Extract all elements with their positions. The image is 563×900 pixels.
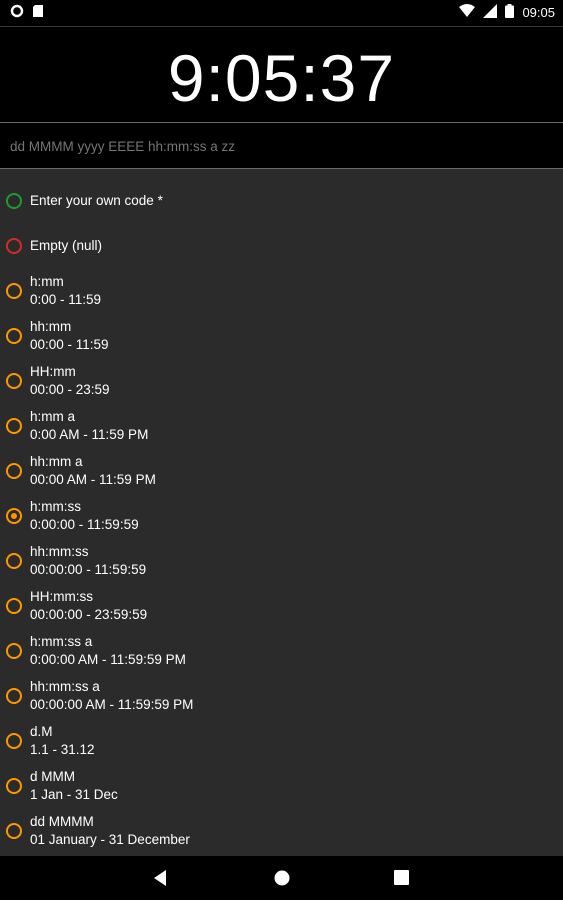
status-time: 09:05 (522, 4, 555, 20)
option-title: Empty (null) (30, 238, 103, 253)
notification-circle-icon (10, 4, 24, 21)
option-example: 00:00:00 AM - 11:59:59 PM (30, 697, 194, 712)
option-HH-mm[interactable]: HH:mm 00:00 - 23:59 (0, 359, 563, 404)
navigation-bar (0, 856, 563, 900)
radio-button[interactable] (6, 688, 22, 704)
radio-button[interactable] (6, 553, 22, 569)
option-HH-mm-ss[interactable]: HH:mm:ss 00:00:00 - 23:59:59 (0, 584, 563, 629)
radio-button[interactable] (6, 373, 22, 389)
option-h-mm-a[interactable]: h:mm a 0:00 AM - 11:59 PM (0, 404, 563, 449)
option-example: 0:00:00 - 11:59:59 (30, 517, 139, 532)
option-custom[interactable]: Enter your own code * (0, 179, 563, 224)
option-title: Enter your own code * (30, 193, 163, 208)
radio-button[interactable] (6, 283, 22, 299)
option-hh-mm-ss[interactable]: hh:mm:ss 00:00:00 - 11:59:59 (0, 539, 563, 584)
option-null[interactable]: Empty (null) (0, 224, 563, 269)
option-example: 00:00 AM - 11:59 PM (30, 472, 156, 487)
option-hh-mm-ss-a[interactable]: hh:mm:ss a 00:00:00 AM - 11:59:59 PM (0, 674, 563, 719)
option-example: 01 January - 31 December (30, 832, 190, 847)
sd-card-icon (32, 4, 44, 21)
option-title: HH:mm:ss (30, 589, 93, 604)
option-example: 0:00:00 AM - 11:59:59 PM (30, 652, 186, 667)
radio-button[interactable] (6, 643, 22, 659)
option-hh-mm[interactable]: hh:mm 00:00 - 11:59 (0, 314, 563, 359)
radio-button[interactable] (6, 733, 22, 749)
option-d-M[interactable]: d.M 1.1 - 31.12 (0, 719, 563, 764)
option-title: dd MMMM (30, 814, 94, 829)
option-title: hh:mm:ss (30, 544, 89, 559)
option-example: 1.1 - 31.12 (30, 742, 95, 757)
clock-display: 9:05:37 (0, 26, 563, 123)
option-title: HH:mm (30, 364, 76, 379)
radio-button[interactable] (6, 418, 22, 434)
option-example: 0:00 AM - 11:59 PM (30, 427, 149, 442)
option-dd-MMMM[interactable]: dd MMMM 01 January - 31 December (0, 809, 563, 854)
option-example: 1 Jan - 31 Dec (30, 787, 118, 802)
option-title: h:mm (30, 274, 64, 289)
option-example: 00:00 - 23:59 (30, 382, 110, 397)
radio-button[interactable] (6, 508, 22, 524)
option-hh-mm-a[interactable]: hh:mm a 00:00 AM - 11:59 PM (0, 449, 563, 494)
option-title: h:mm a (30, 409, 76, 424)
radio-button[interactable] (6, 823, 22, 839)
option-h-mm[interactable]: h:mm 0:00 - 11:59 (0, 269, 563, 314)
option-title: hh:mm (30, 319, 72, 334)
radio-button[interactable] (6, 193, 22, 209)
option-example: 00:00:00 - 11:59:59 (30, 562, 147, 577)
option-title: d MMM (30, 769, 75, 784)
option-h-mm-ss[interactable]: h:mm:ss 0:00:00 - 11:59:59 (0, 494, 563, 539)
format-options-list[interactable]: Enter your own code * Empty (null) h:mm 0:0… (0, 169, 563, 856)
radio-button[interactable] (6, 778, 22, 794)
option-example: 00:00:00 - 23:59:59 (30, 607, 148, 622)
option-title: h:mm:ss (30, 499, 82, 514)
option-example: 00:00 - 11:59 (30, 337, 109, 352)
signal-icon (483, 4, 498, 21)
recents-icon[interactable] (394, 870, 409, 890)
clock-time: 9:05:37 (167, 41, 396, 115)
format-code-input[interactable] (10, 137, 550, 155)
option-title: hh:mm a (30, 454, 83, 469)
option-title: h:mm:ss a (30, 634, 93, 649)
option-title: hh:mm:ss a (30, 679, 100, 694)
option-example: 0:00 - 11:59 (30, 292, 102, 307)
back-icon[interactable] (152, 869, 168, 892)
option-title: d.M (30, 724, 53, 739)
format-field-container (0, 123, 563, 168)
radio-button[interactable] (6, 463, 22, 479)
app-screen: 09:05 9:05:37 Enter your own code * Empty… (0, 0, 563, 900)
option-h-mm-ss-a[interactable]: h:mm:ss a 0:00:00 AM - 11:59:59 PM (0, 629, 563, 674)
radio-button[interactable] (6, 238, 22, 254)
wifi-icon (459, 4, 476, 21)
option-d-MMM[interactable]: d MMM 1 Jan - 31 Dec (0, 764, 563, 809)
battery-icon (505, 4, 515, 21)
status-bar: 09:05 (0, 0, 563, 24)
home-icon[interactable] (273, 869, 291, 892)
radio-button[interactable] (6, 598, 22, 614)
radio-button[interactable] (6, 328, 22, 344)
